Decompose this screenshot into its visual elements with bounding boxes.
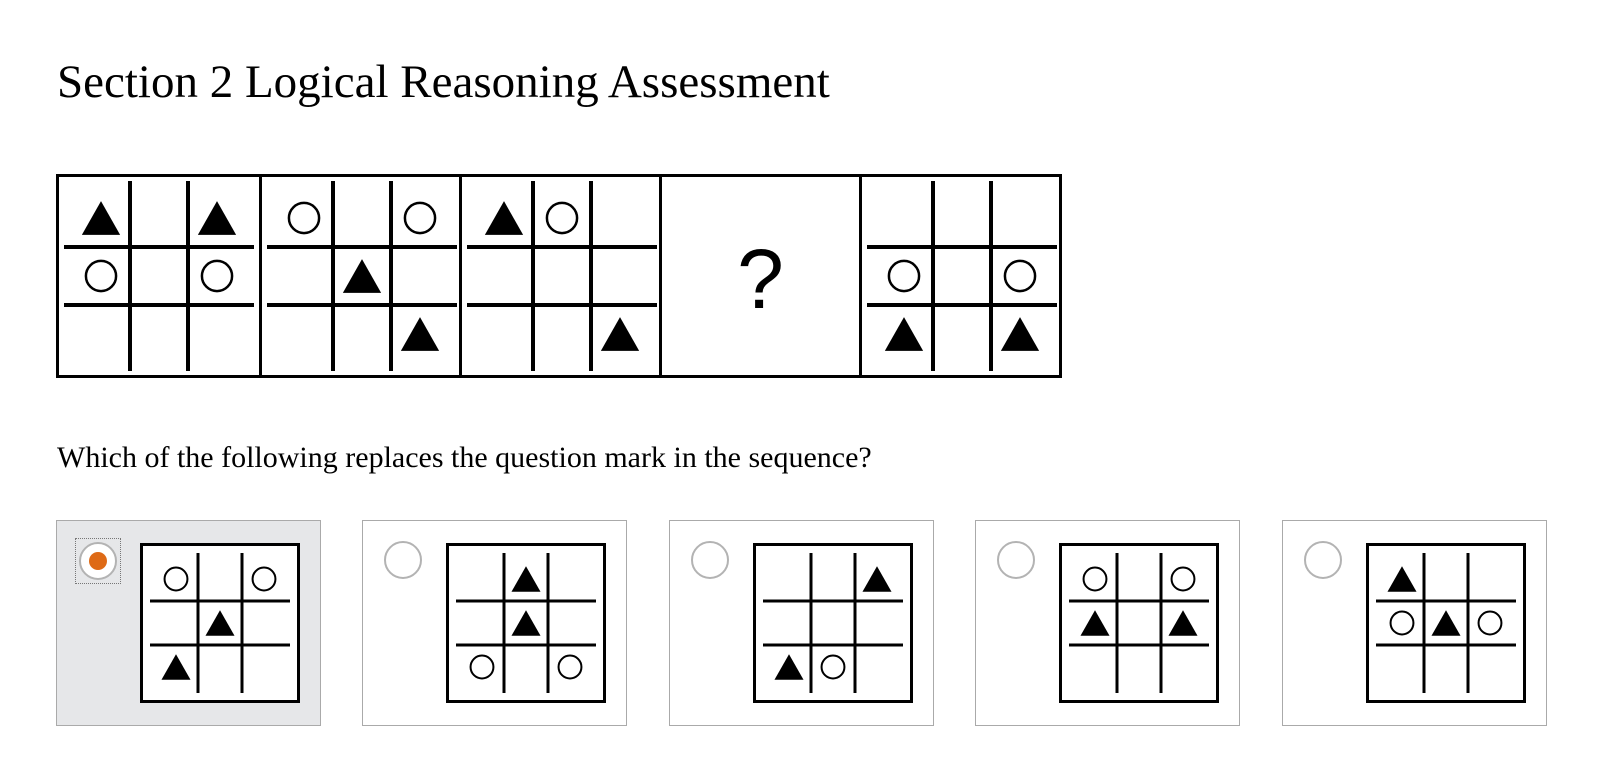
answer-option-1[interactable] — [56, 520, 321, 726]
radio-focus-ring — [688, 538, 734, 584]
grid-icon — [267, 181, 457, 371]
answer-options — [56, 520, 1554, 728]
triangle-icon — [1000, 317, 1040, 351]
radio-focus-ring — [381, 538, 427, 584]
answer-option-2[interactable] — [362, 520, 627, 726]
question-prompt: Which of the following replaces the ques… — [57, 441, 872, 474]
triangle-icon — [400, 317, 440, 351]
radio-button-icon[interactable] — [79, 542, 117, 580]
circle-icon — [84, 259, 118, 293]
triangle-icon — [484, 201, 524, 235]
sequence-figure-3 — [459, 177, 659, 375]
grid-icon — [1059, 543, 1219, 703]
circle-icon — [287, 201, 321, 235]
radio-button-icon[interactable] — [384, 541, 422, 579]
sequence-figure-1 — [59, 177, 259, 375]
grid-icon — [446, 543, 606, 703]
sequence-figure-5 — [859, 177, 1059, 375]
figure-frame — [1059, 543, 1219, 703]
question-mark: ? — [737, 232, 784, 326]
circle-icon — [887, 259, 921, 293]
triangle-icon — [197, 201, 237, 235]
radio-selected-dot — [89, 552, 107, 570]
radio-focus-ring — [994, 538, 1040, 584]
sequence-strip: ? — [56, 174, 1062, 378]
grid-icon — [467, 181, 657, 371]
circle-icon — [403, 201, 437, 235]
triangle-icon — [884, 317, 924, 351]
answer-option-3[interactable] — [669, 520, 934, 726]
answer-option-5[interactable] — [1282, 520, 1547, 726]
page-title: Section 2 Logical Reasoning Assessment — [57, 56, 830, 108]
radio-focus-ring — [75, 538, 121, 584]
grid-icon — [64, 181, 254, 371]
grid-icon — [867, 181, 1057, 371]
triangle-icon — [600, 317, 640, 351]
answer-option-4[interactable] — [975, 520, 1240, 726]
sequence-missing-figure: ? — [659, 177, 859, 375]
circle-icon — [1003, 259, 1037, 293]
grid-icon — [753, 543, 913, 703]
radio-button-icon[interactable] — [997, 541, 1035, 579]
triangle-icon — [342, 259, 382, 293]
radio-button-icon[interactable] — [691, 541, 729, 579]
triangle-icon — [81, 201, 121, 235]
radio-button-icon[interactable] — [1304, 541, 1342, 579]
circle-icon — [545, 201, 579, 235]
circle-icon — [200, 259, 234, 293]
grid-icon — [140, 543, 300, 703]
radio-focus-ring — [1301, 538, 1347, 584]
grid-icon — [1366, 543, 1526, 703]
sequence-figure-2 — [259, 177, 459, 375]
